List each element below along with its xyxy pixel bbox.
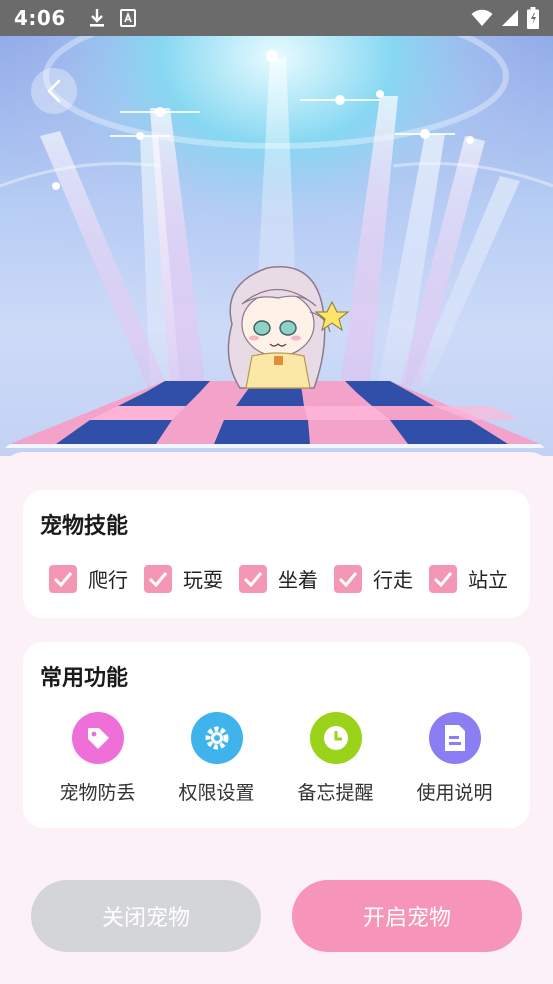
pet-skills-card: 宠物技能 爬行 玩耍 坐着 行走 站立: [23, 490, 530, 618]
status-bar: 4:06: [0, 0, 553, 36]
skill-label: 坐着: [278, 568, 318, 592]
font-app-icon: [119, 9, 136, 27]
crawl-checkbox[interactable]: [49, 564, 77, 593]
back-button[interactable]: [31, 68, 77, 114]
function-label: 使用说明: [416, 782, 493, 804]
skill-play[interactable]: 玩耍: [144, 564, 223, 593]
check-icon: [243, 571, 263, 587]
chevron-left-icon: [47, 79, 61, 103]
function-instructions[interactable]: 使用说明: [395, 712, 514, 805]
close-pet-button[interactable]: 关闭宠物: [31, 880, 261, 952]
check-icon: [148, 571, 168, 587]
wifi-icon: [471, 9, 493, 26]
function-label: 宠物防丢: [59, 782, 136, 804]
common-functions-card: 常用功能 宠物防丢 权限设置 备忘提醒 使用说明: [23, 642, 530, 828]
function-label: 权限设置: [178, 782, 255, 804]
skill-label: 行走: [373, 568, 413, 592]
skill-sit[interactable]: 坐着: [239, 564, 318, 593]
clock-icon: [309, 712, 362, 764]
walk-checkbox[interactable]: [334, 564, 362, 593]
skill-walk[interactable]: 行走: [334, 564, 413, 593]
download-icon: [89, 9, 104, 27]
pet-stage: [0, 36, 553, 456]
check-icon: [433, 571, 453, 587]
function-permission-settings[interactable]: 权限设置: [157, 712, 276, 805]
skill-label: 爬行: [88, 568, 128, 592]
skill-stand[interactable]: 站立: [429, 564, 508, 593]
document-icon: [428, 712, 481, 764]
check-icon: [338, 571, 358, 587]
skill-label: 站立: [468, 568, 508, 592]
gear-icon: [190, 712, 243, 764]
function-pet-anti-loss[interactable]: 宠物防丢: [38, 712, 157, 805]
stage-illustration: [0, 36, 553, 456]
check-icon: [53, 571, 73, 587]
skill-crawl[interactable]: 爬行: [49, 564, 128, 593]
pet-skills-title: 宠物技能: [40, 514, 129, 539]
common-functions-title: 常用功能: [40, 666, 129, 691]
sit-checkbox[interactable]: [239, 564, 267, 593]
function-list: 宠物防丢 权限设置 备忘提醒 使用说明: [23, 712, 530, 805]
function-memo-reminder[interactable]: 备忘提醒: [276, 712, 395, 805]
cellular-signal-icon: [502, 10, 518, 26]
skill-list: 爬行 玩耍 坐着 行走 站立: [49, 564, 524, 593]
tag-icon: [71, 712, 124, 764]
stand-checkbox[interactable]: [429, 564, 457, 593]
play-checkbox[interactable]: [144, 564, 172, 593]
status-time: 4:06: [14, 6, 66, 30]
control-panel: 宠物技能 爬行 玩耍 坐着 行走 站立 常用功能 宠物防丢 权限设置 备忘提醒 …: [0, 452, 553, 984]
function-label: 备忘提醒: [297, 782, 374, 804]
battery-icon: [527, 7, 539, 29]
skill-label: 玩耍: [183, 568, 223, 592]
open-pet-button[interactable]: 开启宠物: [292, 880, 522, 952]
